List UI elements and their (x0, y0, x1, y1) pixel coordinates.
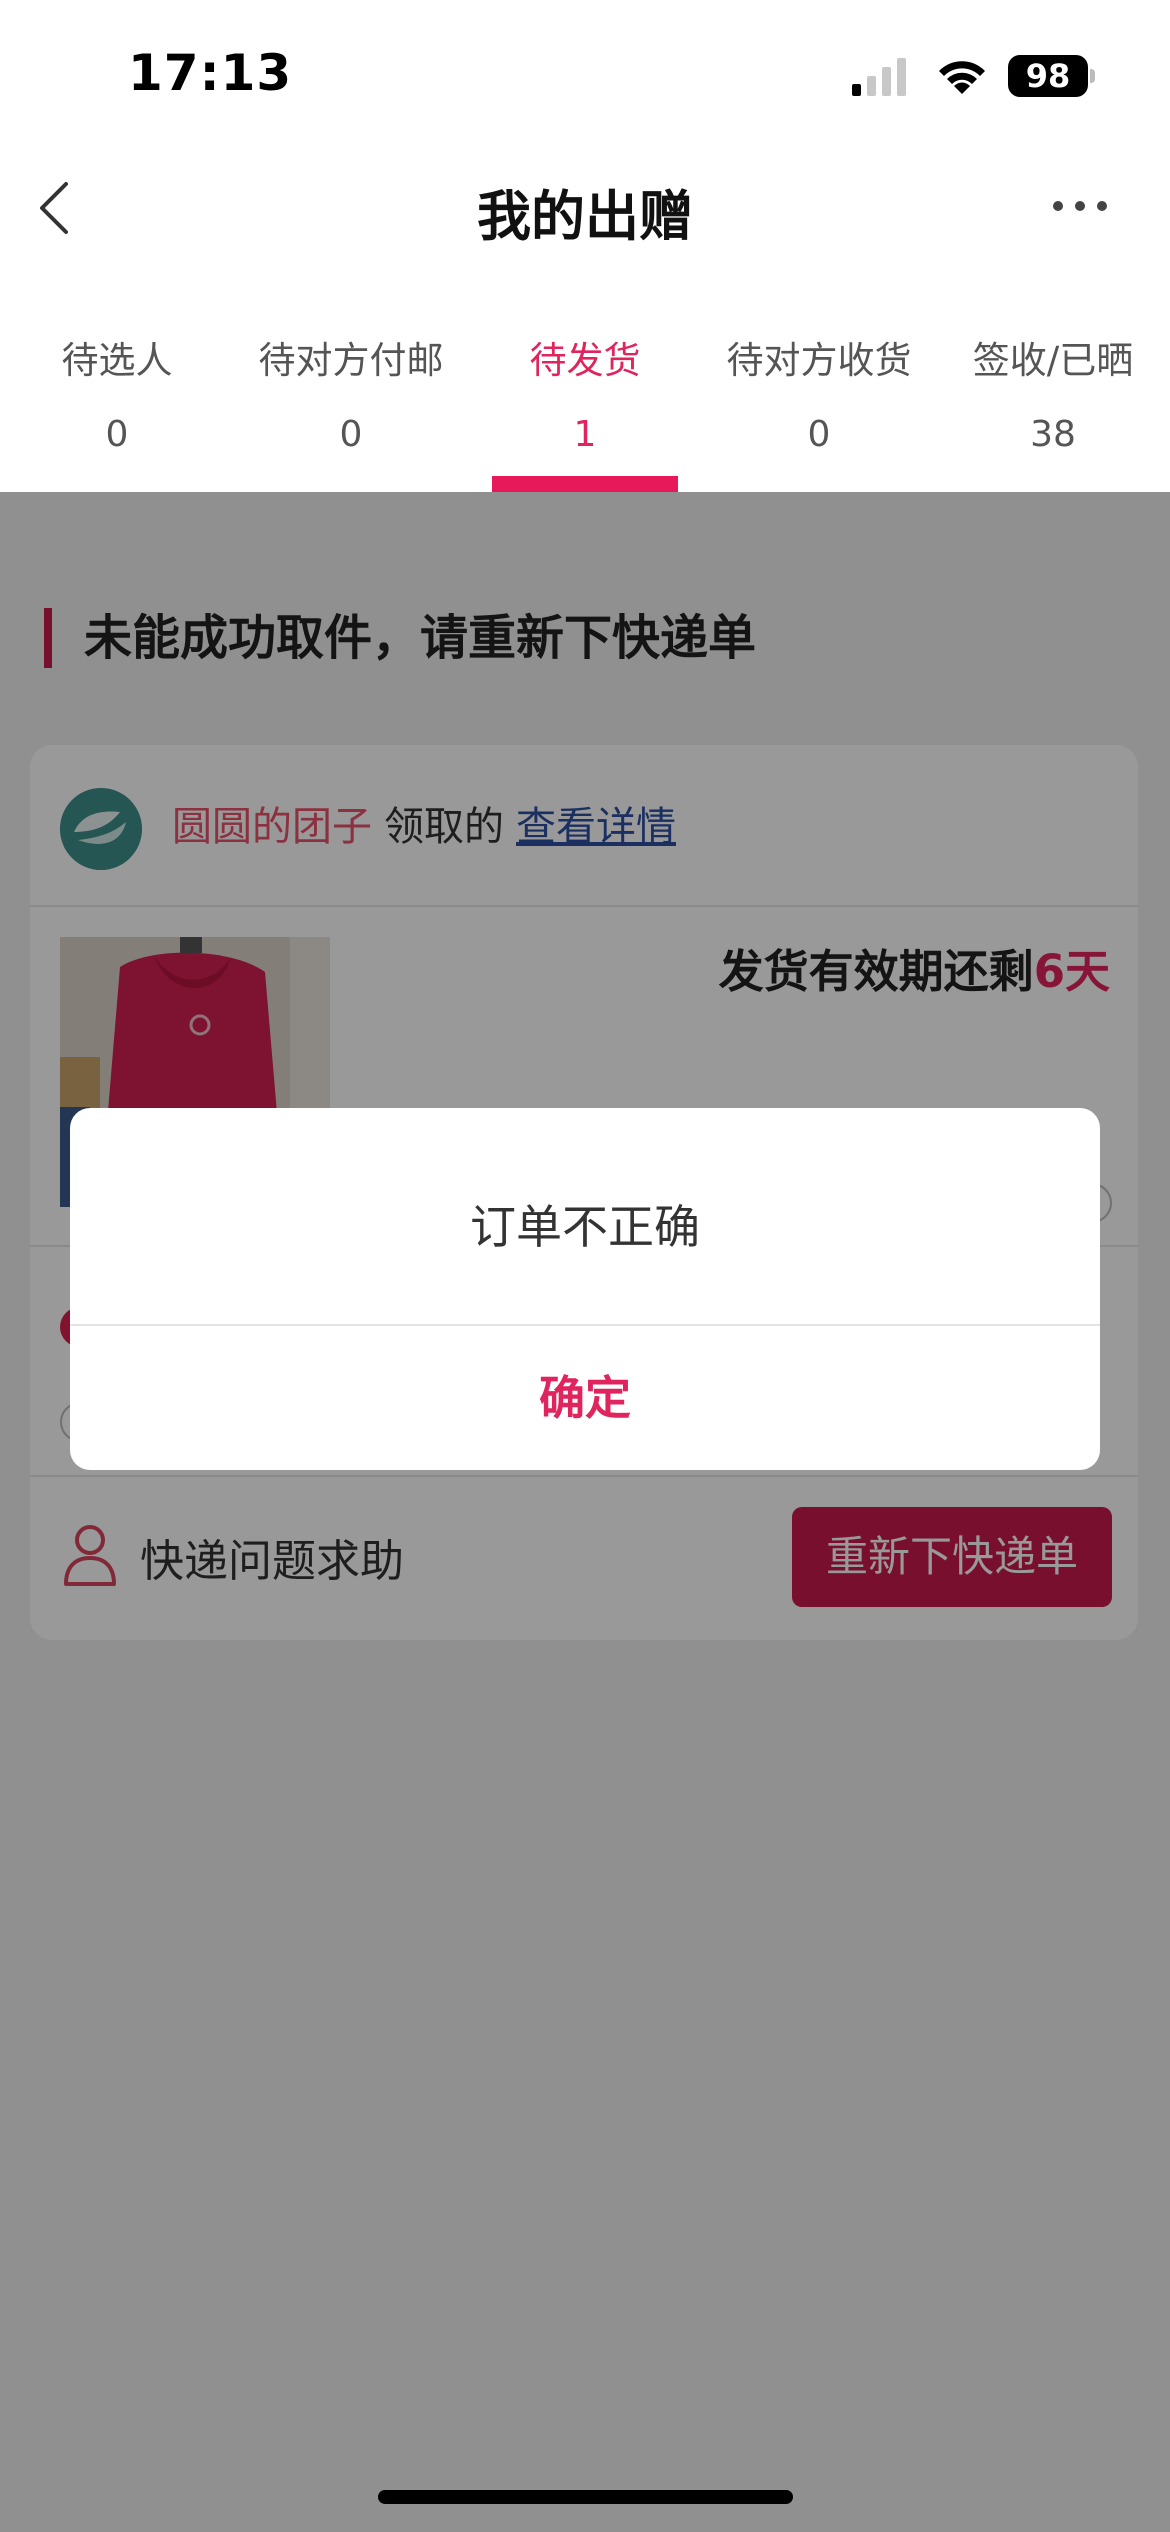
tab-received[interactable]: 签收/已晒 38 (936, 300, 1170, 492)
modal-overlay[interactable] (0, 492, 1170, 2532)
tab-label: 签收/已晒 (972, 339, 1134, 382)
nav-bar: 我的出赠 (0, 150, 1170, 300)
tab-label: 待对方收货 (726, 339, 912, 382)
home-indicator[interactable] (378, 2490, 793, 2504)
tab-label: 待发货 (529, 339, 641, 382)
confirm-button[interactable]: 确定 (70, 1326, 1100, 1470)
status-time: 17:13 (128, 44, 293, 102)
battery-icon: 98 (1008, 55, 1088, 97)
battery-tip (1090, 69, 1095, 83)
tab-label: 待对方付邮 (258, 339, 444, 382)
tab-label: 待选人 (61, 339, 173, 382)
alert-dialog: 订单不正确 确定 (70, 1108, 1100, 1470)
status-tabs: 待选人 0 待对方付邮 0 待发货 1 待对方收货 0 签收/已晒 38 (0, 300, 1170, 492)
tab-count: 1 (573, 414, 597, 455)
tab-pending-select[interactable]: 待选人 0 (0, 300, 234, 492)
status-bar: 17:13 98 (0, 0, 1170, 150)
wifi-icon (939, 61, 985, 94)
tab-pending-receipt[interactable]: 待对方收货 0 (702, 300, 936, 492)
tab-count: 38 (1030, 414, 1076, 455)
tab-count: 0 (339, 414, 363, 455)
tab-pending-shipment[interactable]: 待发货 1 (468, 300, 702, 492)
tab-count: 0 (105, 414, 129, 455)
tab-count: 0 (807, 414, 831, 455)
signal-icon (852, 58, 906, 96)
active-tab-indicator (492, 476, 678, 492)
dialog-message: 订单不正确 (70, 1108, 1100, 1326)
page-title: 我的出赠 (477, 185, 693, 248)
tab-pending-postage[interactable]: 待对方付邮 0 (234, 300, 468, 492)
more-horizontal-icon[interactable] (1052, 198, 1108, 214)
